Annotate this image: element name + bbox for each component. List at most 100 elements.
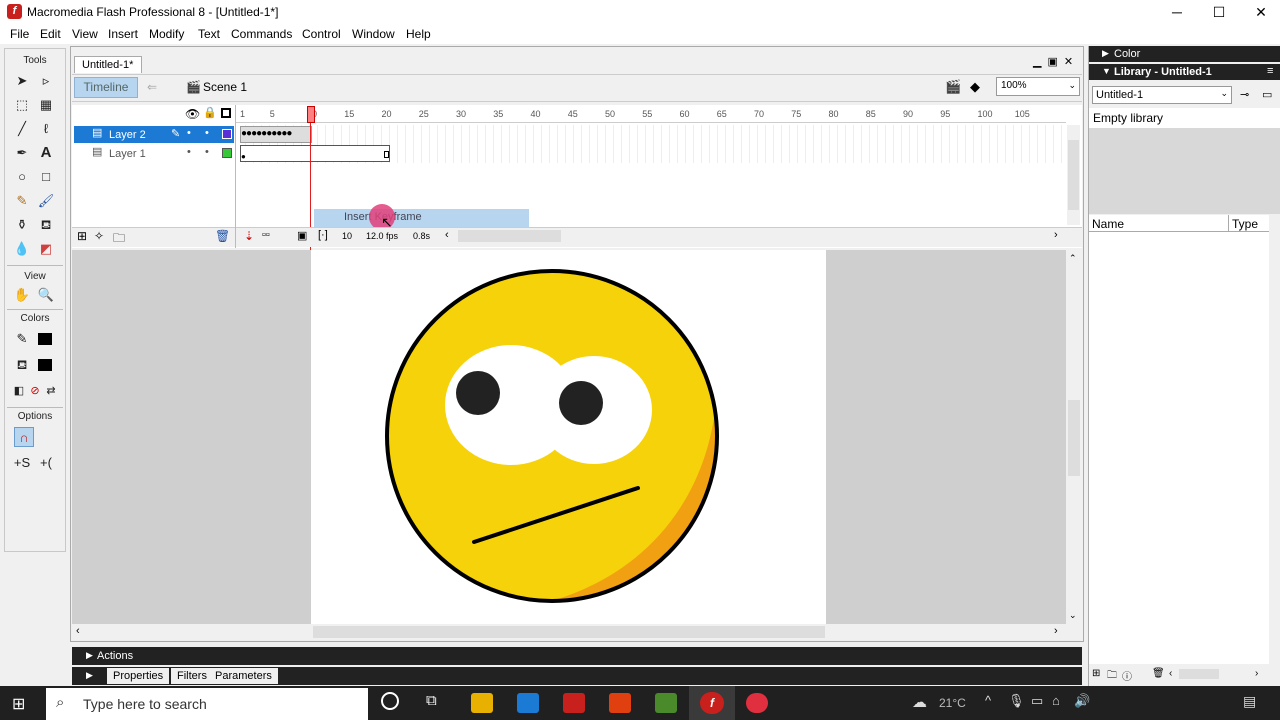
close-button[interactable]: ✕ [1238, 0, 1280, 24]
scroll-right-icon[interactable]: › [1054, 229, 1058, 241]
office-icon[interactable] [609, 693, 631, 713]
timeline-hscroll-thumb[interactable] [458, 230, 561, 242]
visibility-dot[interactable]: • [187, 127, 191, 139]
taskbar-search-box[interactable]: ⌕ Type here to search [46, 688, 368, 720]
microphone-icon[interactable]: 🎙 [1008, 693, 1025, 709]
visibility-dot[interactable]: • [187, 146, 191, 158]
swap-colors-icon[interactable]: ⇄ [41, 381, 61, 401]
straighten-icon[interactable]: +( [36, 453, 56, 473]
stage-hscroll-thumb[interactable] [313, 626, 825, 638]
menu-file[interactable]: File [10, 27, 29, 41]
back-arrow-icon[interactable]: ⇐ [147, 80, 157, 94]
doc-window-controls[interactable]: ▁▣✕ [1033, 55, 1083, 68]
flash-taskbar-active[interactable]: f [689, 686, 735, 720]
playhead[interactable] [307, 106, 315, 123]
properties-icon[interactable]: ⓘ [1122, 668, 1132, 683]
app-red-icon[interactable] [563, 693, 585, 713]
filters-tab[interactable]: Filters [171, 668, 213, 684]
add-folder-icon[interactable]: 🗀 [113, 229, 125, 250]
color-panel-bar[interactable]: ▶ Color [1089, 46, 1280, 62]
edit-scene-icon[interactable]: 🎬 [945, 79, 961, 95]
menu-control[interactable]: Control [302, 27, 341, 41]
eyedropper-icon[interactable]: 💧 [12, 239, 32, 259]
library-list[interactable] [1089, 232, 1269, 664]
edit-symbols-icon[interactable]: ◆ [970, 79, 980, 95]
minecraft-icon[interactable] [655, 693, 677, 713]
outline-icon[interactable] [221, 108, 231, 118]
smooth-icon[interactable]: +S [12, 453, 32, 473]
fill-transform-icon[interactable]: ▦ [36, 95, 56, 115]
new-symbol-icon[interactable]: ⊞ [1092, 668, 1100, 679]
network-icon[interactable]: ⌂ [1052, 693, 1060, 708]
onion-outlines-icon[interactable]: ▣ [297, 229, 307, 242]
menu-help[interactable]: Help [406, 27, 431, 41]
eye-icon[interactable]: 👁 [185, 107, 200, 121]
arrow-tool-icon[interactable]: ➤ [12, 71, 32, 91]
snap-magnet-icon[interactable]: ∩ [14, 427, 34, 447]
lock-dot[interactable]: • [205, 146, 209, 158]
stage-vscroll-thumb[interactable] [1068, 400, 1080, 476]
rectangle-tool-icon[interactable]: □ [36, 167, 56, 187]
tray-chevron-up-icon[interactable]: ^ [985, 693, 991, 708]
volume-icon[interactable]: 🔊 [1074, 693, 1090, 709]
menu-commands[interactable]: Commands [231, 27, 292, 41]
properties-panel-bar[interactable]: ▶ Properties Filters Parameters [72, 667, 1082, 685]
document-tab[interactable]: Untitled-1* [74, 56, 142, 73]
new-folder-icon[interactable]: 🗀 [1107, 668, 1117, 685]
free-transform-icon[interactable]: ⬚ [12, 95, 32, 115]
scroll-left-icon[interactable]: ‹ [76, 625, 80, 637]
center-frame-icon[interactable]: ⇣ [244, 229, 254, 243]
file-explorer-icon[interactable] [471, 693, 493, 713]
scroll-down-icon[interactable]: ⌄ [1069, 610, 1077, 621]
layer-color-swatch[interactable] [222, 148, 232, 158]
delete-icon[interactable]: 🗑 [1152, 668, 1165, 679]
layer-color-swatch[interactable] [222, 129, 232, 139]
maximize-button[interactable]: ☐ [1196, 0, 1242, 24]
fill-color-icon[interactable]: ⛾ [12, 355, 32, 375]
library-select[interactable]: Untitled-1 ⌄ [1092, 86, 1232, 104]
minimize-button[interactable]: ─ [1154, 0, 1200, 24]
paint-bucket-icon[interactable]: ⛾ [36, 215, 56, 235]
pencil-tool-icon[interactable]: ✎ [12, 191, 32, 211]
library-panel-bar[interactable]: ▼ Library - Untitled-1 ≡ [1089, 64, 1280, 80]
column-type[interactable]: Type [1232, 217, 1258, 231]
stroke-color-icon[interactable]: ✎ [12, 329, 32, 349]
frame-rate[interactable]: 12.0 fps [366, 231, 398, 241]
lasso-tool-icon[interactable]: ℓ [36, 119, 56, 139]
mail-icon[interactable] [517, 693, 539, 713]
lock-dot[interactable]: • [205, 127, 209, 139]
layer-row-layer-1[interactable]: ▤ Layer 1 • • [74, 145, 234, 162]
scroll-left-icon[interactable]: ‹ [1169, 668, 1172, 679]
line-tool-icon[interactable]: ╱ [12, 119, 32, 139]
lock-icon[interactable]: 🔒 [203, 106, 217, 119]
recorder-icon[interactable] [746, 693, 768, 713]
scroll-left-icon[interactable]: ‹ [445, 229, 449, 241]
menu-view[interactable]: View [72, 27, 98, 41]
oval-tool-icon[interactable]: ○ [12, 167, 32, 187]
cortana-icon[interactable] [381, 692, 399, 710]
task-view-icon[interactable]: ⧉ [426, 692, 437, 709]
battery-icon[interactable]: ▭ [1031, 693, 1043, 709]
parameters-tab[interactable]: Parameters [209, 668, 278, 684]
menu-window[interactable]: Window [352, 27, 395, 41]
zoom-select[interactable]: 100% ⌄ [996, 77, 1080, 96]
smiley-face-drawing[interactable] [311, 250, 826, 624]
frame-span-layer-1[interactable] [240, 145, 390, 162]
ink-bottle-icon[interactable]: ⚱ [12, 215, 32, 235]
delete-layer-icon[interactable]: 🗑 [215, 229, 230, 243]
edit-multiple-icon[interactable]: [·] [318, 229, 328, 241]
add-layer-icon[interactable]: ⊞ [77, 229, 87, 243]
menu-insert[interactable]: Insert [108, 27, 138, 41]
subselect-tool-icon[interactable]: ▹ [36, 71, 56, 91]
actions-panel-bar[interactable]: ▶ Actions [72, 647, 1082, 665]
text-tool-icon[interactable]: A [36, 143, 56, 163]
onion-skin-icon[interactable]: ▫▫ [262, 229, 270, 241]
layer-row-layer-2[interactable]: ▤ Layer 2 ✎ • • [74, 126, 234, 143]
pen-tool-icon[interactable]: ✒ [12, 143, 32, 163]
windows-start-icon[interactable]: ⊞ [12, 694, 25, 714]
menu-modify[interactable]: Modify [149, 27, 184, 41]
scroll-right-icon[interactable]: › [1054, 625, 1058, 637]
keyframes-layer-2[interactable]: ●●●●●●●●●● [240, 126, 312, 143]
panel-menu-icon[interactable]: ≡ [1267, 65, 1273, 77]
menu-edit[interactable]: Edit [40, 27, 61, 41]
